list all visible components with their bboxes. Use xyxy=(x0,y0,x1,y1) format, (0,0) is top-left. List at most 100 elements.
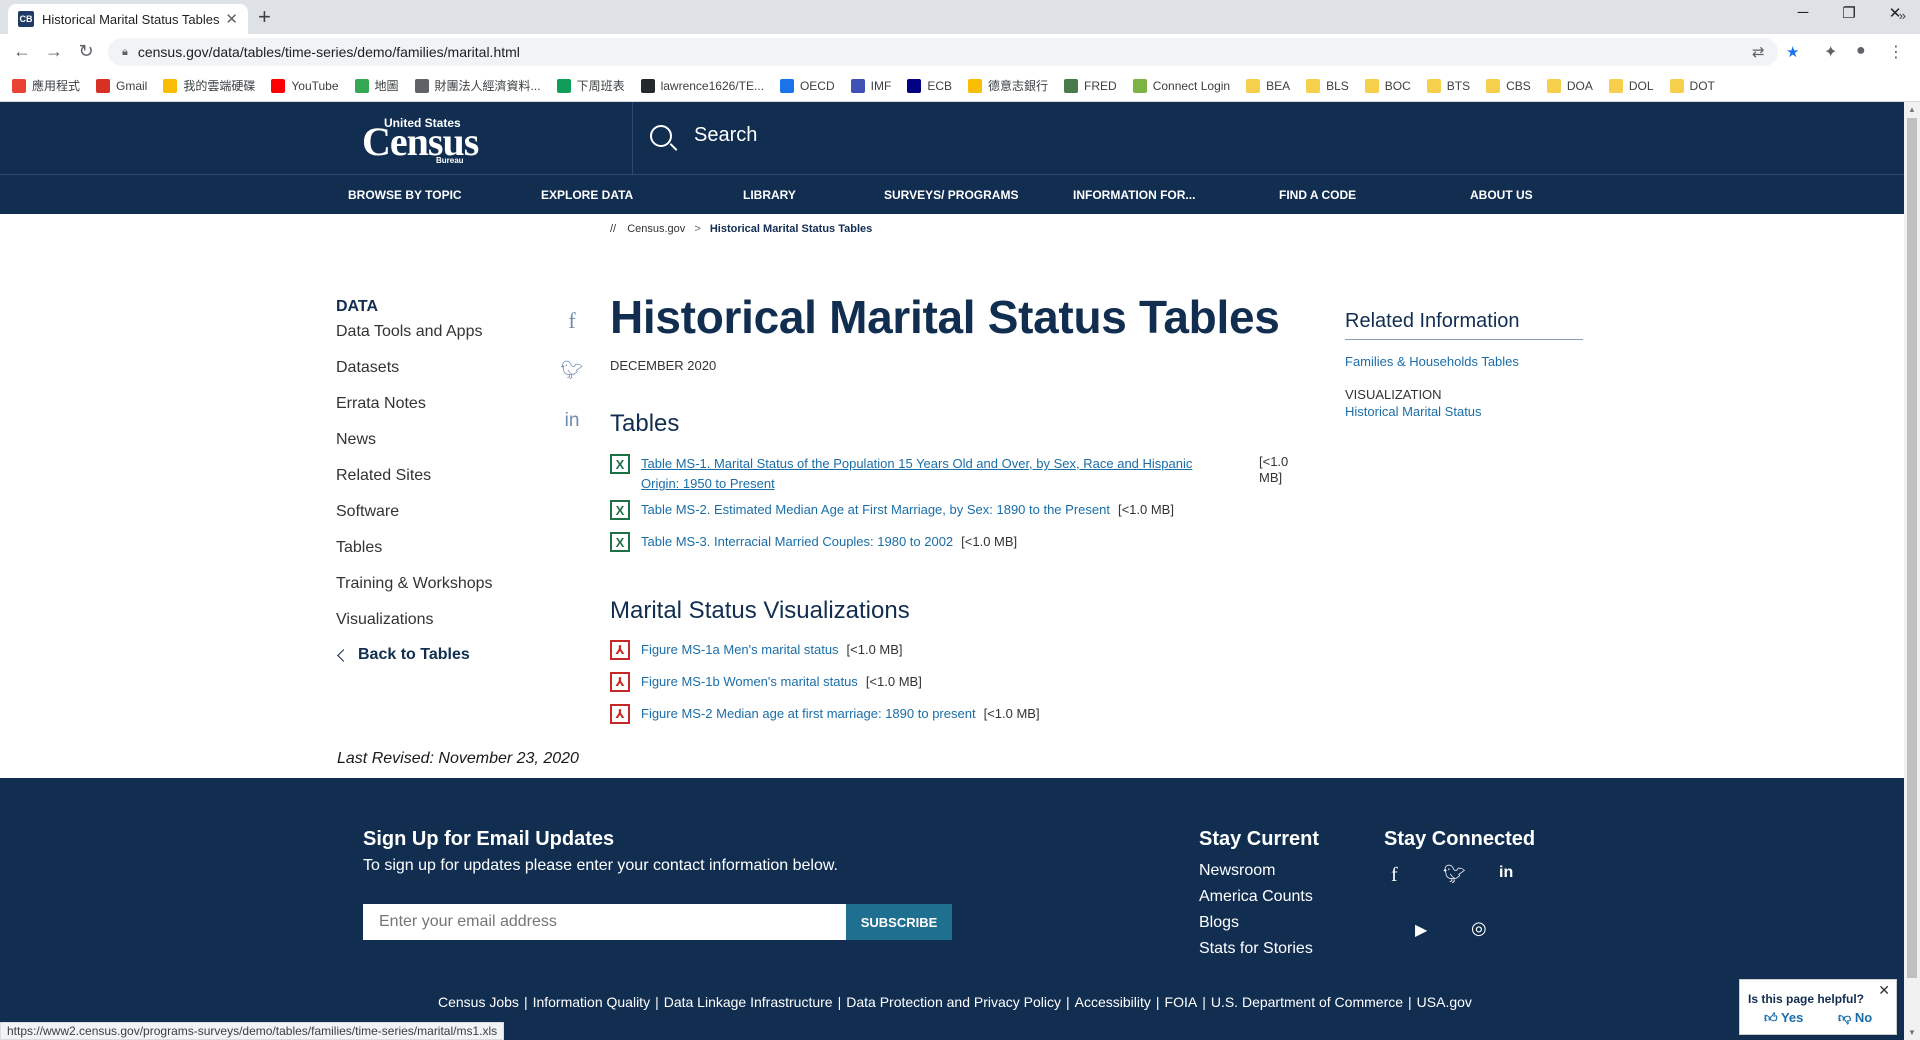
footer-link[interactable]: Census Jobs xyxy=(438,994,519,1010)
scroll-down-arrow-icon[interactable]: ▼ xyxy=(1908,1028,1916,1037)
bookmark-item[interactable]: IMF xyxy=(850,78,891,93)
site-search[interactable]: Search xyxy=(650,124,757,147)
twitter-icon[interactable]: 🐦︎ xyxy=(1443,864,1466,885)
bookmark-item[interactable]: ECB xyxy=(907,78,952,93)
youtube-icon[interactable]: ▶ xyxy=(1415,920,1427,940)
no-button[interactable]: 👎︎ No xyxy=(1838,1010,1872,1026)
translate-icon[interactable]: ⇄ xyxy=(1752,43,1765,61)
bookmark-item[interactable]: Connect Login xyxy=(1132,78,1230,93)
bookmark-item[interactable]: CBS xyxy=(1486,78,1531,93)
figure-ms1b-link[interactable]: Figure MS-1b Women's marital status xyxy=(641,672,858,692)
browser-tab[interactable]: CB Historical Marital Status Tables ✕ xyxy=(8,4,248,34)
excel-file-icon: X xyxy=(610,532,630,552)
figure-ms2-link[interactable]: Figure MS-2 Median age at first marriage… xyxy=(641,704,976,724)
sidenav-item[interactable]: Related Sites xyxy=(336,464,493,500)
bookmark-item[interactable]: BTS xyxy=(1426,78,1470,93)
historical-marital-status-link[interactable]: Historical Marital Status xyxy=(1345,404,1583,419)
bookmark-item[interactable]: 德意志銀行 xyxy=(968,77,1048,94)
stats-for-stories-link[interactable]: Stats for Stories xyxy=(1199,940,1313,958)
footer-link[interactable]: Data Protection and Privacy Policy xyxy=(846,994,1061,1010)
back-arrow-icon[interactable]: ← xyxy=(10,41,34,62)
linkedin-icon[interactable]: in xyxy=(1499,864,1513,882)
address-bar[interactable]: 🔒︎ census.gov/data/tables/time-series/de… xyxy=(108,38,1778,66)
close-icon[interactable]: ✕ xyxy=(1878,982,1890,999)
bookmark-item[interactable]: DOA xyxy=(1546,78,1593,93)
extensions-icon[interactable]: ✦ xyxy=(1824,42,1837,62)
profile-avatar-icon[interactable]: ● xyxy=(1856,42,1866,60)
new-tab-icon[interactable]: + xyxy=(258,6,271,28)
table-ms1-line2[interactable]: Origin: 1950 to Present xyxy=(641,476,775,491)
scroll-up-arrow-icon[interactable]: ▲ xyxy=(1908,105,1916,114)
facebook-share[interactable]: f xyxy=(560,308,584,334)
restore-icon[interactable]: ❐ xyxy=(1826,4,1872,22)
sidenav-item[interactable]: Visualizations xyxy=(336,608,493,644)
bookmark-item[interactable]: lawrence1626/TE... xyxy=(640,78,764,93)
linkedin-share[interactable]: in xyxy=(560,410,584,432)
nav-browse-by-topic[interactable]: BROWSE BY TOPIC xyxy=(348,188,462,202)
reload-icon[interactable]: ↻ xyxy=(74,41,98,62)
close-tab-icon[interactable]: ✕ xyxy=(225,10,238,28)
footer-link[interactable]: FOIA xyxy=(1165,994,1198,1010)
sidenav-item[interactable]: Training & Workshops xyxy=(336,572,493,608)
subscribe-button[interactable]: SUBSCRIBE xyxy=(846,904,952,940)
table-ms2-link[interactable]: Table MS-2. Estimated Median Age at Firs… xyxy=(641,500,1110,520)
nav-library[interactable]: LIBRARY xyxy=(743,188,796,202)
bookmark-item[interactable]: BLS xyxy=(1306,78,1349,93)
bookmark-item[interactable]: YouTube xyxy=(271,78,339,93)
nav-surveys-programs[interactable]: SURVEYS/ PROGRAMS xyxy=(884,188,1018,202)
newsroom-link[interactable]: Newsroom xyxy=(1199,862,1275,880)
window-close-icon[interactable]: ✕ xyxy=(1872,4,1918,22)
table-ms1-line1[interactable]: Table MS-1. Marital Status of the Popula… xyxy=(641,456,1192,471)
sidenav-item[interactable]: Tables xyxy=(336,536,493,572)
footer-link-separator: | xyxy=(655,994,659,1010)
bookmark-item[interactable]: OECD xyxy=(779,78,835,93)
table-ms1-link[interactable]: Table MS-1. Marital Status of the Popula… xyxy=(641,454,1241,494)
forward-arrow-icon[interactable]: → xyxy=(42,41,66,62)
facebook-icon[interactable]: f xyxy=(1391,864,1398,887)
bookmark-item[interactable]: 下周班表 xyxy=(556,77,625,94)
nav-explore-data[interactable]: EXPLORE DATA xyxy=(541,188,633,202)
back-to-tables-link[interactable]: Back to Tables xyxy=(336,646,493,664)
nav-about-us[interactable]: ABOUT US xyxy=(1470,188,1533,202)
table-ms3-link[interactable]: Table MS-3. Interracial Married Couples:… xyxy=(641,532,953,552)
bookmark-item[interactable]: 應用程式 xyxy=(12,77,80,94)
breadcrumb-home[interactable]: Census.gov xyxy=(627,223,685,235)
facebook-icon: f xyxy=(568,308,576,333)
footer-link[interactable]: USA.gov xyxy=(1417,994,1472,1010)
footer-link[interactable]: Accessibility xyxy=(1075,994,1151,1010)
bookmark-item[interactable]: FRED xyxy=(1064,78,1117,93)
america-counts-link[interactable]: America Counts xyxy=(1199,888,1313,906)
nav-find-a-code[interactable]: FIND A CODE xyxy=(1279,188,1356,202)
footer-link[interactable]: Data Linkage Infrastructure xyxy=(664,994,833,1010)
bookmark-item[interactable]: BOC xyxy=(1364,78,1411,93)
bookmark-item[interactable]: 財團法人經濟資料... xyxy=(414,77,541,94)
families-households-link[interactable]: Families & Households Tables xyxy=(1345,354,1583,369)
footer-link[interactable]: Information Quality xyxy=(533,994,651,1010)
visualizations-heading: Marital Status Visualizations xyxy=(610,597,910,624)
footer-link[interactable]: U.S. Department of Commerce xyxy=(1211,994,1403,1010)
sidenav-item[interactable]: Data Tools and Apps xyxy=(336,320,493,356)
twitter-share[interactable]: 🐦︎ xyxy=(560,360,584,381)
bookmark-item[interactable]: 地圖 xyxy=(354,77,399,94)
email-input[interactable] xyxy=(363,904,846,940)
bookmark-item[interactable]: BEA xyxy=(1246,78,1290,93)
scrollbar-thumb[interactable] xyxy=(1907,118,1917,978)
bookmark-item[interactable]: DOT xyxy=(1669,78,1715,93)
bookmark-item[interactable]: DOL xyxy=(1608,78,1654,93)
sidenav-item[interactable]: Datasets xyxy=(336,356,493,392)
minimize-icon[interactable]: ─ xyxy=(1780,4,1826,21)
figure-ms1a-link[interactable]: Figure MS-1a Men's marital status xyxy=(641,640,839,660)
yes-button[interactable]: 👍︎ Yes xyxy=(1764,1010,1803,1026)
more-bookmarks-icon[interactable]: » xyxy=(1899,8,1906,23)
sidenav-item[interactable]: News xyxy=(336,428,493,464)
bookmark-star-icon[interactable]: ★ xyxy=(1786,43,1799,61)
instagram-icon[interactable]: ◎ xyxy=(1471,918,1487,939)
sidenav-item[interactable]: Software xyxy=(336,500,493,536)
bookmark-item[interactable]: 我的雲端硬碟 xyxy=(163,77,255,94)
bookmark-item[interactable]: Gmail xyxy=(96,78,147,93)
sidenav-item[interactable]: Errata Notes xyxy=(336,392,493,428)
page-scrollbar[interactable]: ▲ ▼ xyxy=(1904,102,1920,1040)
nav-information-for[interactable]: INFORMATION FOR... xyxy=(1073,188,1195,202)
menu-kebab-icon[interactable]: ⋮ xyxy=(1888,42,1904,62)
blogs-link[interactable]: Blogs xyxy=(1199,914,1239,932)
